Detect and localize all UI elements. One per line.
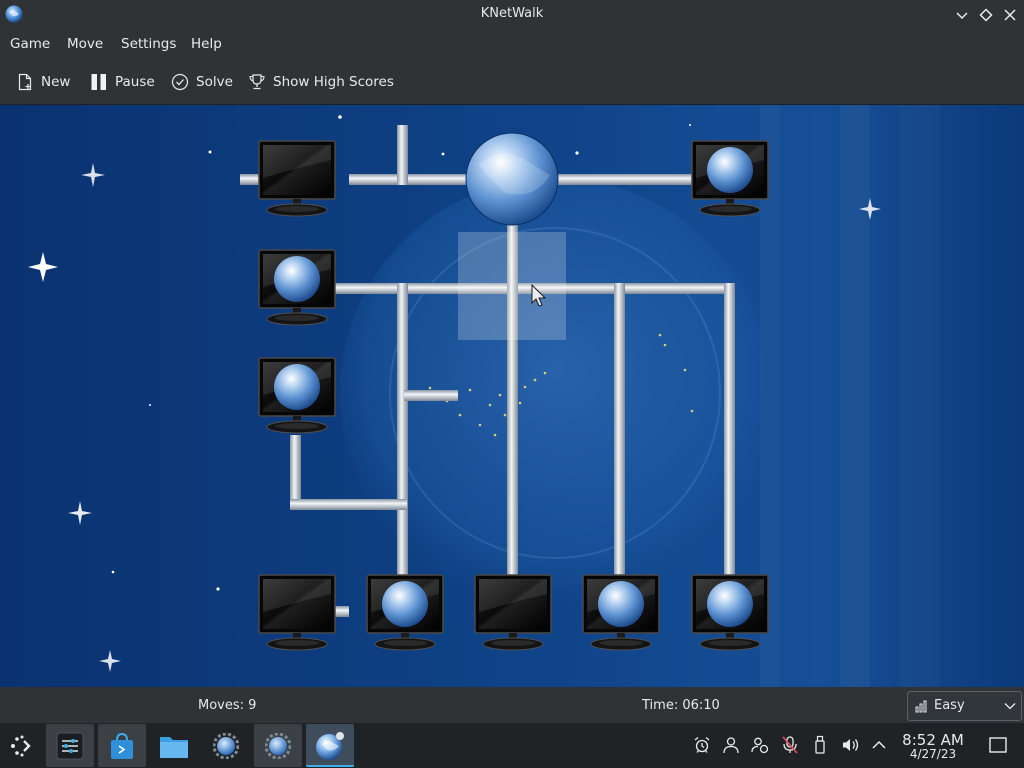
difficulty-value: Easy — [934, 698, 965, 713]
task-dolphin[interactable] — [150, 724, 198, 767]
menu-settings[interactable]: Settings — [121, 36, 176, 52]
user-icon[interactable] — [721, 735, 741, 755]
knetwalk-globe-icon — [316, 732, 344, 760]
task-knetwalk-current[interactable] — [306, 724, 354, 767]
usb-drive-icon[interactable] — [810, 735, 830, 755]
mute-microphone-icon[interactable] — [780, 735, 800, 755]
user-switch-icon[interactable] — [750, 735, 770, 755]
difficulty-select[interactable]: Easy — [907, 691, 1022, 721]
store-bag-icon — [111, 732, 133, 759]
volume-icon[interactable] — [840, 735, 860, 755]
signal-bars-icon — [915, 700, 927, 713]
high-scores-label: Show High Scores — [273, 74, 394, 90]
menu-move[interactable]: Move — [67, 36, 103, 52]
gear-globe-icon — [265, 733, 291, 759]
pause-icon — [91, 74, 106, 90]
pause-button[interactable]: Pause — [90, 70, 155, 94]
task-discover[interactable] — [98, 724, 146, 767]
game-board[interactable] — [0, 105, 1024, 687]
title-bar: KNetWalk — [0, 0, 1024, 30]
solve-button[interactable]: Solve — [171, 70, 233, 94]
new-document-icon — [18, 73, 32, 91]
close-button[interactable] — [1000, 5, 1020, 25]
window-title: KNetWalk — [480, 6, 544, 21]
server-globe[interactable] — [465, 132, 559, 226]
status-bar: Moves: 9 Time: 06:10 — [0, 687, 1024, 723]
menu-bar: Game Move Settings Help — [0, 30, 1024, 60]
new-game-button[interactable]: New — [16, 70, 70, 94]
selected-tile-highlight — [458, 232, 566, 340]
menu-game[interactable]: Game — [10, 36, 50, 52]
settings-sliders-icon — [56, 732, 84, 760]
pause-label: Pause — [115, 74, 155, 90]
time-display: Time: 06:10 — [642, 698, 720, 713]
toolbar: New Pause Solve Show High Scores — [0, 60, 1024, 105]
task-knetwalk-1[interactable] — [202, 724, 250, 767]
minimize-button[interactable] — [952, 5, 972, 25]
clock-date[interactable]: 4/27/23 — [898, 747, 968, 761]
show-high-scores-button[interactable]: Show High Scores — [248, 70, 394, 94]
checkmark-circle-icon — [171, 73, 189, 91]
folder-icon — [160, 737, 188, 758]
gear-globe-icon — [213, 733, 239, 759]
new-label: New — [41, 74, 71, 90]
solve-label: Solve — [196, 74, 233, 90]
menu-help[interactable]: Help — [191, 36, 222, 52]
application-launcher-icon[interactable] — [10, 734, 34, 758]
task-knetwalk-2[interactable] — [254, 724, 302, 767]
trophy-icon — [249, 74, 265, 90]
chevron-down-icon — [1004, 703, 1016, 710]
taskbar — [0, 723, 1024, 768]
alarm-icon[interactable] — [692, 735, 712, 755]
show-desktop-icon[interactable] — [988, 735, 1008, 755]
maximize-button[interactable] — [976, 5, 996, 25]
chevron-up-icon[interactable] — [869, 735, 889, 755]
moves-counter: Moves: 9 — [198, 698, 257, 713]
task-system-settings[interactable] — [46, 724, 94, 767]
